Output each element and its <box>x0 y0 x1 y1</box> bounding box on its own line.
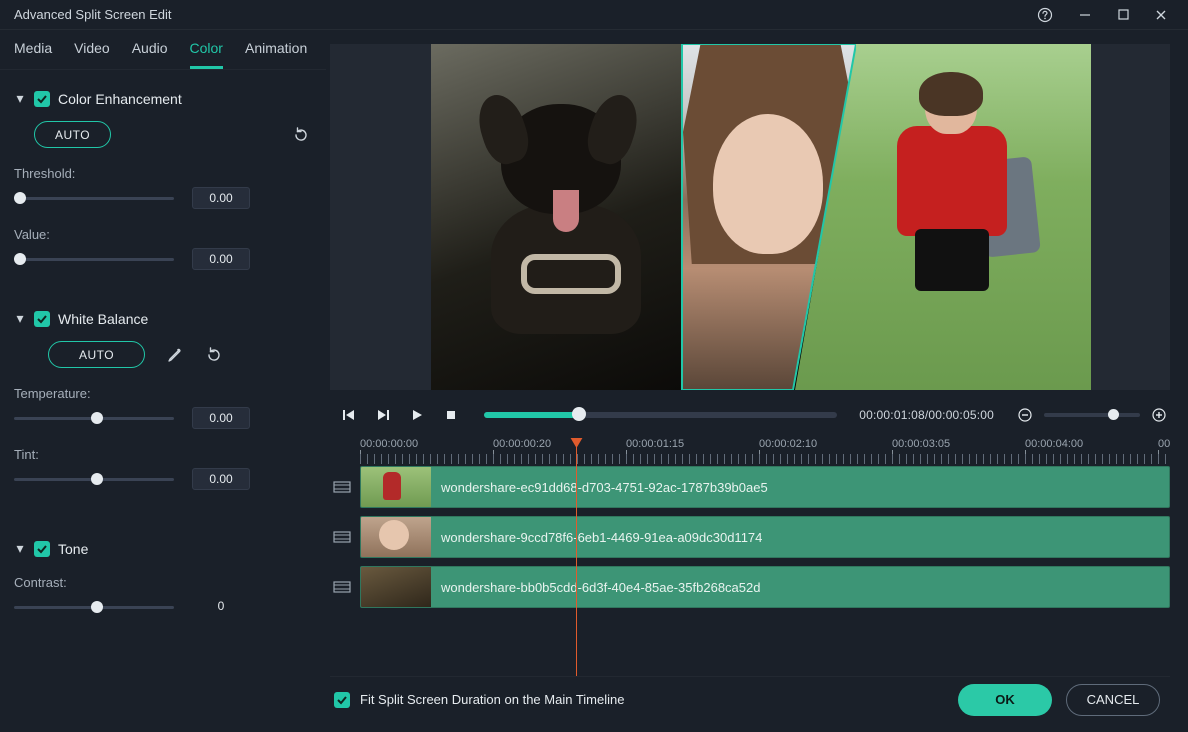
section-title: Color Enhancement <box>58 91 182 107</box>
split-panel-1[interactable] <box>431 44 681 390</box>
playhead[interactable] <box>576 438 577 676</box>
playback-slider[interactable] <box>484 412 837 418</box>
footer: Fit Split Screen Duration on the Main Ti… <box>330 676 1170 722</box>
threshold-label: Threshold: <box>14 166 312 181</box>
value-label: Value: <box>14 227 312 242</box>
chevron-down-icon[interactable]: ▾ <box>14 540 26 557</box>
stop-button[interactable] <box>440 404 462 426</box>
clip[interactable]: wondershare-ec91dd68-d703-4751-92ac-1787… <box>360 466 1170 508</box>
tint-slider[interactable] <box>14 469 174 489</box>
temperature-label: Temperature: <box>14 386 312 401</box>
zoom-in-button[interactable] <box>1148 404 1170 426</box>
track-icon[interactable] <box>330 471 354 503</box>
section-tone: ▾ Tone Contrast: 0 <box>14 540 312 618</box>
ruler-label: 00:00:02:10 <box>759 438 817 450</box>
tab-video[interactable]: Video <box>74 40 110 69</box>
checkbox-tone[interactable] <box>34 541 50 557</box>
track-row: wondershare-bb0b5cdd-6d3f-40e4-85ae-35fb… <box>330 566 1170 608</box>
play-button[interactable] <box>406 404 428 426</box>
section-white-balance: ▾ White Balance AUTO Temperature: 0.00 <box>14 310 312 490</box>
contrast-label: Contrast: <box>14 575 312 590</box>
tint-label: Tint: <box>14 447 312 462</box>
tab-media[interactable]: Media <box>14 40 52 69</box>
checkbox-fit-duration[interactable] <box>334 692 350 708</box>
section-color-enhancement: ▾ Color Enhancement AUTO Threshold: 0.00 <box>14 90 312 270</box>
cancel-button[interactable]: CANCEL <box>1066 684 1160 716</box>
zoom-slider[interactable] <box>1044 413 1140 417</box>
timeline-ruler[interactable]: 00:00:00:00 00:00:00:20 00:00:01:15 00:0… <box>330 438 1170 466</box>
threshold-value[interactable]: 0.00 <box>192 187 250 209</box>
help-button[interactable] <box>1030 0 1060 30</box>
ruler-label: 00:00:04:00 <box>1025 438 1083 450</box>
checkbox-color-enhancement[interactable] <box>34 91 50 107</box>
zoom-out-button[interactable] <box>1014 404 1036 426</box>
fit-duration-label: Fit Split Screen Duration on the Main Ti… <box>360 692 624 707</box>
preview-canvas[interactable] <box>330 44 1170 390</box>
reset-icon[interactable] <box>203 344 225 366</box>
clip-thumbnail <box>361 516 431 558</box>
threshold-slider[interactable] <box>14 188 174 208</box>
clip-name: wondershare-ec91dd68-d703-4751-92ac-1787… <box>441 480 768 495</box>
section-title: White Balance <box>58 311 148 327</box>
value-slider[interactable] <box>14 249 174 269</box>
track-row: wondershare-ec91dd68-d703-4751-92ac-1787… <box>330 466 1170 508</box>
reset-icon[interactable] <box>290 124 312 146</box>
ruler-label: 00:00:00:20 <box>493 438 551 450</box>
contrast-slider[interactable] <box>14 597 174 617</box>
track-row: wondershare-9ccd78f6-6eb1-4469-91ea-a09d… <box>330 516 1170 558</box>
prev-frame-button[interactable] <box>338 404 360 426</box>
eyedropper-icon[interactable] <box>163 344 185 366</box>
clip-thumbnail <box>361 566 431 608</box>
ruler-label: 00:00:03:05 <box>892 438 950 450</box>
clip-name: wondershare-9ccd78f6-6eb1-4469-91ea-a09d… <box>441 530 762 545</box>
clip[interactable]: wondershare-9ccd78f6-6eb1-4469-91ea-a09d… <box>360 516 1170 558</box>
auto-button[interactable]: AUTO <box>34 121 111 148</box>
track-icon[interactable] <box>330 521 354 553</box>
minimize-button[interactable] <box>1066 0 1104 30</box>
ruler-label: 00:00:0 <box>1158 438 1170 450</box>
ok-button[interactable]: OK <box>958 684 1052 716</box>
titlebar: Advanced Split Screen Edit <box>0 0 1188 30</box>
clip[interactable]: wondershare-bb0b5cdd-6d3f-40e4-85ae-35fb… <box>360 566 1170 608</box>
chevron-down-icon[interactable]: ▾ <box>14 310 26 327</box>
tab-audio[interactable]: Audio <box>132 40 168 69</box>
tint-value[interactable]: 0.00 <box>192 468 250 490</box>
auto-button[interactable]: AUTO <box>48 341 145 368</box>
clip-thumbnail <box>361 466 431 508</box>
temperature-value[interactable]: 0.00 <box>192 407 250 429</box>
tablist: Media Video Audio Color Animation <box>0 30 326 70</box>
clip-name: wondershare-bb0b5cdd-6d3f-40e4-85ae-35fb… <box>441 580 760 595</box>
next-frame-button[interactable] <box>372 404 394 426</box>
checkbox-white-balance[interactable] <box>34 311 50 327</box>
ruler-label: 00:00:00:00 <box>360 438 418 450</box>
ruler-label: 00:00:01:15 <box>626 438 684 450</box>
tab-animation[interactable]: Animation <box>245 40 307 69</box>
value-value[interactable]: 0.00 <box>192 248 250 270</box>
chevron-down-icon[interactable]: ▾ <box>14 90 26 107</box>
sidebar: Media Video Audio Color Animation ▾ Colo… <box>0 30 326 732</box>
tab-color[interactable]: Color <box>190 40 223 69</box>
timeline[interactable]: 00:00:00:00 00:00:00:20 00:00:01:15 00:0… <box>330 438 1170 676</box>
temperature-slider[interactable] <box>14 408 174 428</box>
playback-bar: 00:00:01:08/00:00:05:00 <box>330 400 1170 430</box>
maximize-button[interactable] <box>1104 0 1142 30</box>
track-icon[interactable] <box>330 571 354 603</box>
window-title: Advanced Split Screen Edit <box>14 7 1030 22</box>
contrast-value[interactable]: 0 <box>192 596 250 618</box>
close-button[interactable] <box>1142 0 1180 30</box>
time-display: 00:00:01:08/00:00:05:00 <box>859 408 994 422</box>
section-title: Tone <box>58 541 88 557</box>
